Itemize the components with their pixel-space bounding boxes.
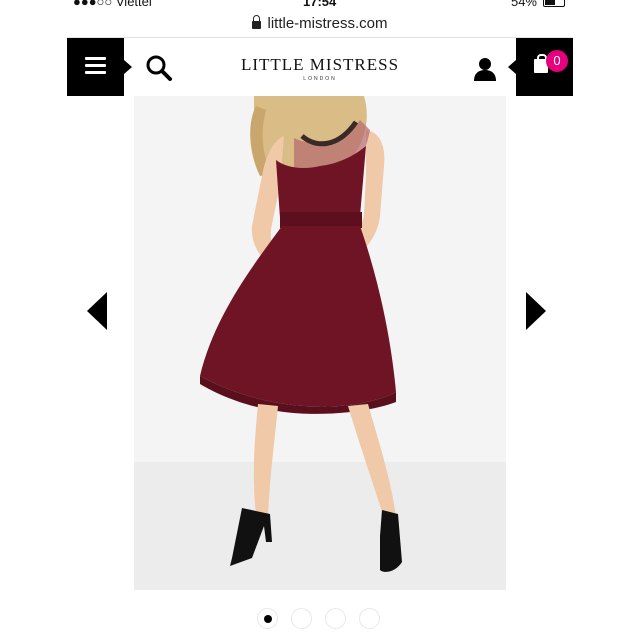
- user-icon[interactable]: [472, 56, 498, 82]
- battery-icon: [543, 0, 565, 7]
- battery-percent: 54%: [510, 0, 537, 9]
- carousel-dot[interactable]: [291, 608, 312, 629]
- carousel-dot[interactable]: [257, 608, 278, 629]
- address-bar[interactable]: little-mistress.com: [67, 12, 573, 34]
- status-time: 17:54: [303, 0, 337, 9]
- carrier-label: ●●●○○ Viettel: [73, 0, 152, 9]
- previous-image-arrow-icon[interactable]: [87, 292, 107, 330]
- carousel-dot[interactable]: [325, 608, 346, 629]
- cart-count-badge: 0: [546, 50, 568, 72]
- search-icon[interactable]: [145, 54, 173, 82]
- cart-button[interactable]: 0: [508, 38, 573, 96]
- logo-text: LITTLE MISTRESS: [240, 55, 400, 74]
- menu-button[interactable]: [67, 38, 132, 96]
- hamburger-menu-icon: [85, 57, 106, 78]
- site-logo[interactable]: LITTLE MISTRESS LONDON: [217, 55, 423, 82]
- lock-icon: [252, 14, 262, 29]
- site-header: LITTLE MISTRESS LONDON 0: [67, 37, 573, 96]
- product-image[interactable]: [134, 96, 506, 590]
- status-bar: ●●●○○ Viettel 17:54 54%: [67, 0, 573, 10]
- url-text: little-mistress.com: [267, 14, 388, 32]
- carousel-dot[interactable]: [359, 608, 380, 629]
- status-right: 54%: [511, 0, 565, 9]
- logo-subtext: LONDON: [303, 76, 337, 82]
- carousel-pagination: [257, 608, 380, 629]
- next-image-arrow-icon[interactable]: [526, 292, 546, 330]
